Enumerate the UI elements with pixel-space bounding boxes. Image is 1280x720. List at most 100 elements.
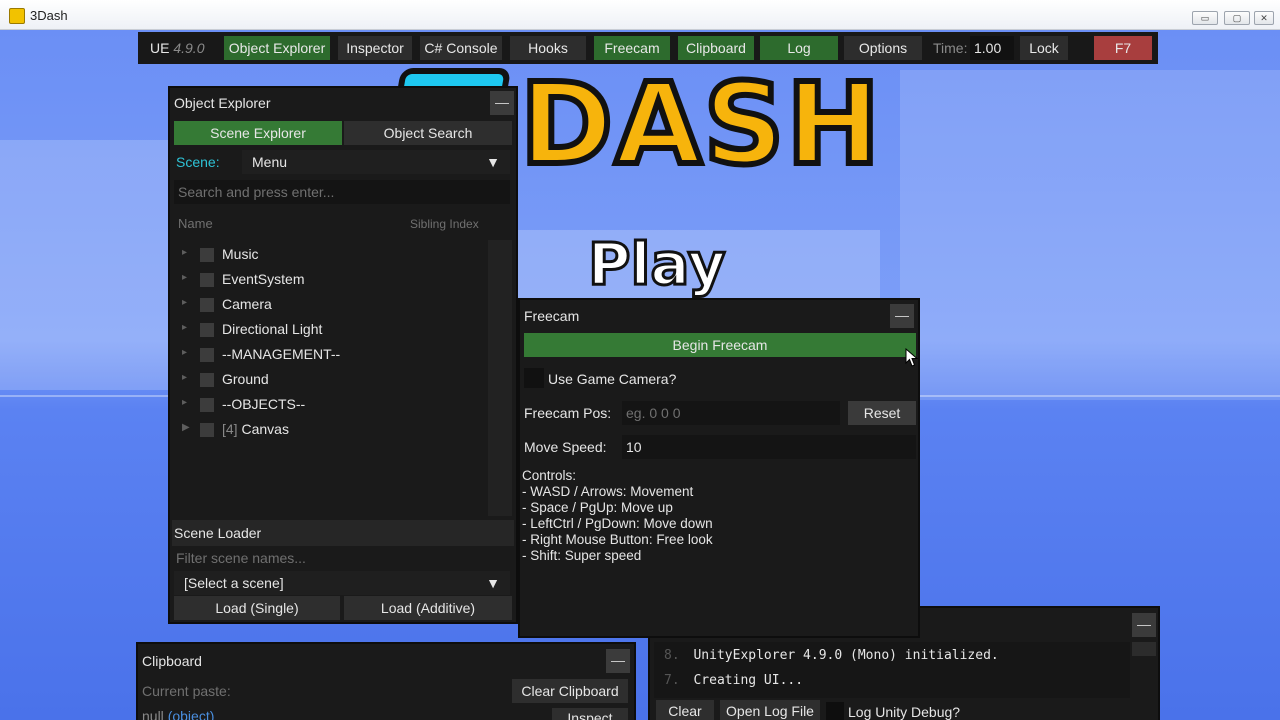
tab-inspector[interactable]: Inspector (338, 36, 412, 60)
freecam-pos-input[interactable]: eg. 0 0 0 (622, 401, 840, 425)
time-scale-input[interactable]: 1.00 (970, 36, 1014, 60)
tree-item-objects[interactable]: ▸ --OBJECTS-- (174, 393, 474, 418)
freecam-panel: Freecam — Begin Freecam Use Game Camera?… (518, 298, 920, 638)
clipboard-null-value: null (142, 708, 164, 720)
controls-line: - LeftCtrl / PgDown: Move down (522, 516, 713, 531)
log-line-text: Creating UI... (693, 673, 804, 688)
minimize-icon[interactable]: — (490, 91, 514, 115)
move-speed-input[interactable]: 10 (622, 435, 916, 459)
tab-csharp-console[interactable]: C# Console (420, 36, 502, 60)
panel-title: Freecam (524, 308, 580, 324)
expand-arrow-icon[interactable]: ▸ (182, 297, 187, 308)
minimize-icon[interactable]: — (890, 304, 914, 328)
clipboard-panel: Clipboard — Current paste: Clear Clipboa… (136, 642, 636, 720)
active-toggle-checkbox[interactable] (200, 298, 214, 312)
scene-tree: ▸ Music ▸ EventSystem ▸ Camera ▸ Directi… (174, 240, 490, 518)
tree-scrollbar[interactable] (488, 240, 512, 516)
clipboard-value: null (object) (142, 708, 214, 720)
column-sibling-index: Sibling Index (410, 217, 479, 231)
log-line-number: 7. (664, 673, 680, 688)
active-toggle-checkbox[interactable] (200, 398, 214, 412)
tab-scene-explorer[interactable]: Scene Explorer (174, 121, 342, 145)
ue-label: UE 4.9.0 (150, 36, 204, 60)
tree-item-name: Canvas (241, 421, 289, 437)
minimize-icon[interactable]: — (606, 649, 630, 673)
tab-object-explorer[interactable]: Object Explorer (224, 36, 330, 60)
log-line-text: UnityExplorer 4.9.0 (Mono) initialized. (693, 648, 999, 663)
use-game-camera-checkbox[interactable] (524, 368, 544, 388)
scene-dropdown[interactable]: Menu ▼ (242, 150, 510, 174)
move-speed-label: Move Speed: (524, 439, 607, 455)
ue-version: 4.9.0 (173, 40, 205, 56)
active-toggle-checkbox[interactable] (200, 348, 214, 362)
expand-arrow-icon[interactable]: ▸ (182, 397, 187, 408)
tab-hooks[interactable]: Hooks (510, 36, 586, 60)
tab-freecam[interactable]: Freecam (594, 36, 670, 60)
tree-item-label: Camera (222, 296, 272, 312)
tree-item-eventsystem[interactable]: ▸ EventSystem (174, 268, 474, 293)
active-toggle-checkbox[interactable] (200, 373, 214, 387)
minimize-window-button[interactable]: ▭ (1192, 11, 1218, 25)
expand-arrow-icon[interactable]: ▶ (182, 422, 190, 433)
tab-object-search[interactable]: Object Search (344, 121, 512, 145)
tree-item-canvas[interactable]: ▶ [4] Canvas (174, 418, 474, 443)
f7-toggle-button[interactable]: F7 (1094, 36, 1152, 60)
expand-arrow-icon[interactable]: ▸ (182, 247, 187, 258)
active-toggle-checkbox[interactable] (200, 323, 214, 337)
controls-title: Controls: (522, 468, 577, 483)
scene-dropdown-value: Menu (252, 154, 288, 170)
begin-freecam-button[interactable]: Begin Freecam (524, 333, 916, 357)
tree-item-label: --OBJECTS-- (222, 396, 306, 412)
minimize-icon[interactable]: — (1132, 613, 1156, 637)
log-unity-debug-checkbox[interactable] (826, 702, 844, 720)
game-logo: DASH (517, 57, 883, 193)
open-log-file-button[interactable]: Open Log File (720, 700, 820, 720)
inspect-button[interactable]: Inspect (552, 708, 628, 720)
scene-search-input[interactable]: Search and press enter... (174, 180, 510, 204)
tab-log[interactable]: Log (760, 36, 838, 60)
scene-select-dropdown[interactable]: [Select a scene] ▼ (174, 571, 510, 595)
expand-arrow-icon[interactable]: ▸ (182, 372, 187, 383)
tree-item-camera[interactable]: ▸ Camera (174, 293, 474, 318)
app-icon (9, 8, 25, 24)
ue-text: UE (150, 40, 170, 56)
expand-arrow-icon[interactable]: ▸ (182, 272, 187, 283)
active-toggle-checkbox[interactable] (200, 248, 214, 262)
close-window-button[interactable]: ✕ (1254, 11, 1274, 25)
clear-clipboard-button[interactable]: Clear Clipboard (512, 679, 628, 703)
expand-arrow-icon[interactable]: ▸ (182, 322, 187, 333)
panel-title: Clipboard (142, 653, 202, 669)
controls-line: - Right Mouse Button: Free look (522, 532, 713, 547)
tree-item-music[interactable]: ▸ Music (174, 243, 474, 268)
clipboard-type: (object) (167, 708, 215, 720)
scene-filter-input[interactable]: Filter scene names... (172, 546, 512, 570)
active-toggle-checkbox[interactable] (200, 273, 214, 287)
tab-clipboard[interactable]: Clipboard (678, 36, 754, 60)
load-additive-button[interactable]: Load (Additive) (344, 596, 512, 620)
window-titlebar: 3Dash ▭ ▢ ✕ (0, 0, 1280, 30)
log-scrollbar[interactable] (1132, 642, 1156, 656)
controls-line: - Space / PgUp: Move up (522, 500, 673, 515)
panel-title: Object Explorer (174, 95, 271, 111)
background-wall (900, 70, 1280, 400)
object-explorer-panel: Object Explorer — Scene Explorer Object … (168, 86, 518, 624)
chevron-down-icon: ▼ (486, 154, 500, 170)
tree-item-management[interactable]: ▸ --MANAGEMENT-- (174, 343, 474, 368)
tree-item-ground[interactable]: ▸ Ground (174, 368, 474, 393)
lock-button[interactable]: Lock (1020, 36, 1068, 60)
scene-label: Scene: (176, 154, 220, 170)
tab-options[interactable]: Options (844, 36, 922, 60)
load-single-button[interactable]: Load (Single) (174, 596, 340, 620)
active-toggle-checkbox[interactable] (200, 423, 214, 437)
play-button[interactable]: Play (587, 229, 728, 300)
expand-arrow-icon[interactable]: ▸ (182, 347, 187, 358)
reset-position-button[interactable]: Reset (848, 401, 916, 425)
controls-help: Controls: - WASD / Arrows: Movement - Sp… (522, 468, 713, 564)
tree-item-label: Ground (222, 371, 269, 387)
unityexplorer-navbar: UE 4.9.0 Object Explorer Inspector C# Co… (138, 32, 1158, 64)
current-paste-label: Current paste: (142, 683, 231, 699)
clear-log-button[interactable]: Clear (656, 700, 714, 720)
window-title: 3Dash (30, 8, 68, 23)
tree-item-directional-light[interactable]: ▸ Directional Light (174, 318, 474, 343)
maximize-window-button[interactable]: ▢ (1224, 11, 1250, 25)
